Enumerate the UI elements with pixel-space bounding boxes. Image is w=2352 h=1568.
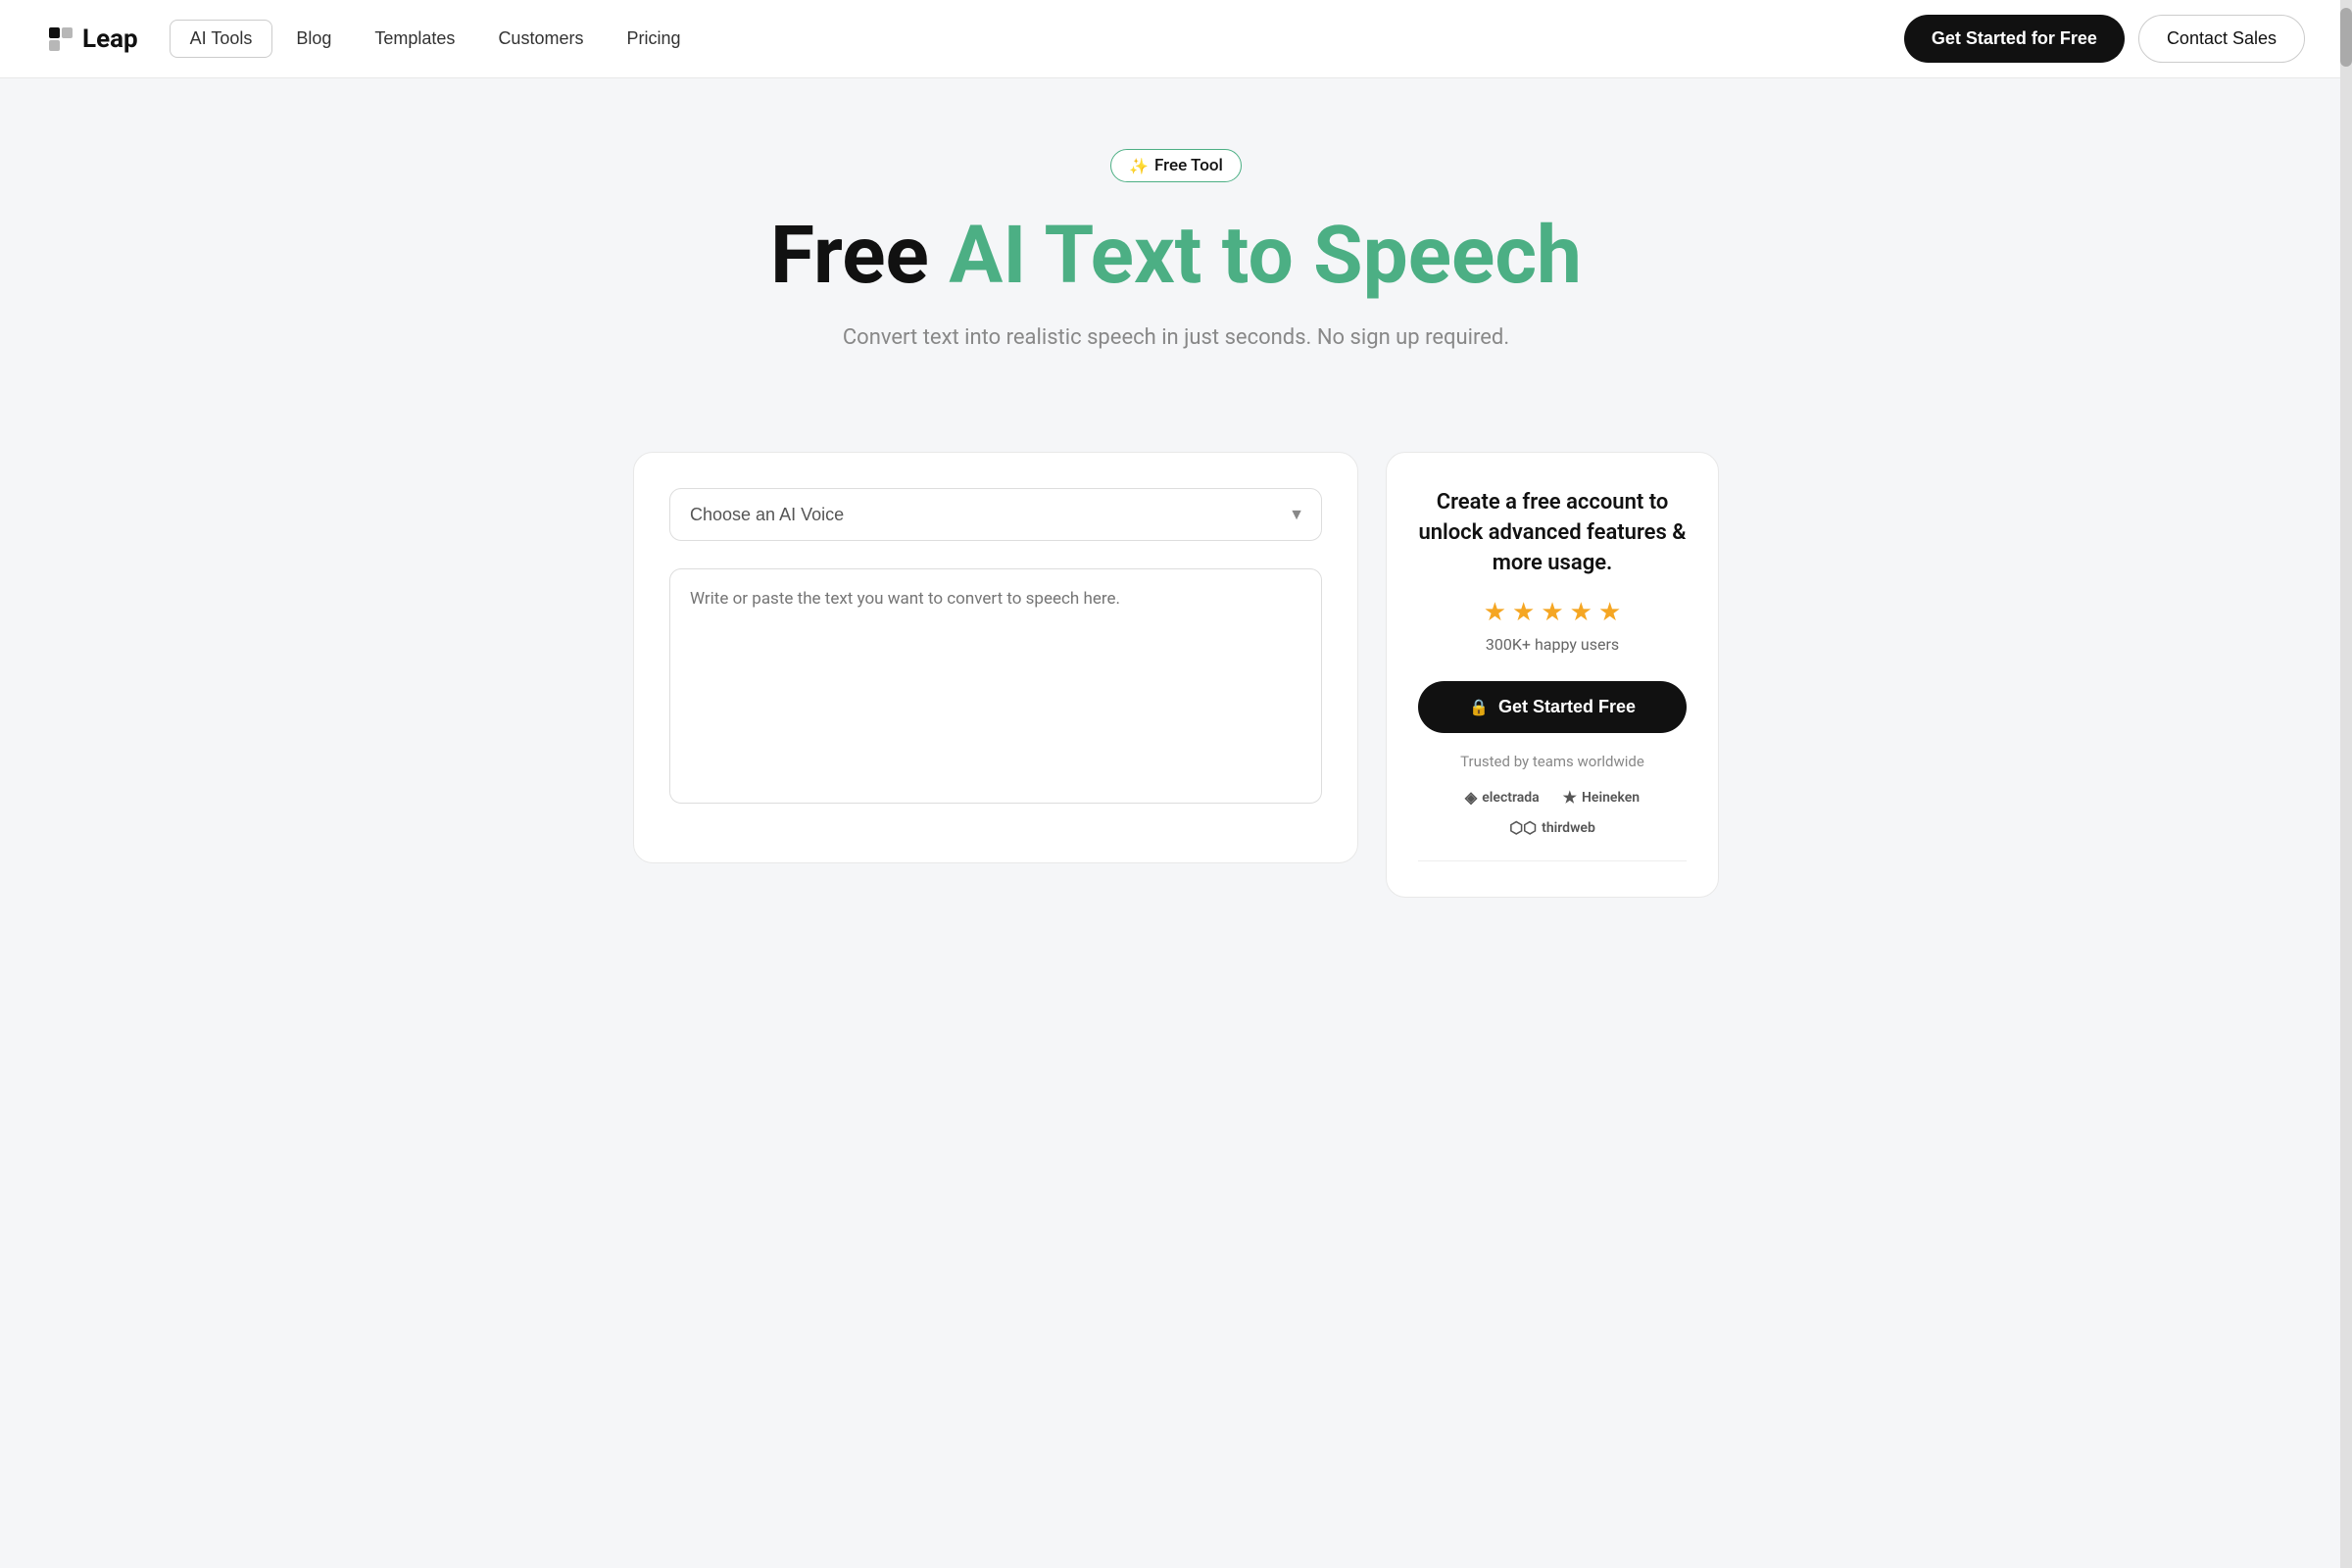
trust-row-1: ◈ electrada ★ Heineken [1465,788,1640,807]
electrada-icon: ◈ [1465,788,1477,807]
star-1: ★ [1484,598,1506,627]
voice-select-wrapper: Choose an AI Voice ▼ [669,488,1322,541]
electrada-logo: ◈ electrada [1465,788,1540,807]
logo[interactable]: Leap [47,24,138,54]
get-started-button[interactable]: Get Started for Free [1904,15,2125,63]
star-3: ★ [1541,598,1563,627]
thirdweb-logo: ⬡⬡ thirdweb [1509,818,1595,837]
hero-title-teal: AI Text to Speech [949,209,1582,303]
nav-item-templates[interactable]: Templates [355,21,474,57]
lock-icon: 🔒 [1469,698,1489,717]
left-panel: Choose an AI Voice ▼ [633,452,1358,863]
trust-row-2: ⬡⬡ thirdweb [1509,818,1595,837]
star-5: ★ [1598,598,1621,627]
heineken-name: Heineken [1582,790,1640,806]
voice-select[interactable]: Choose an AI Voice [669,488,1322,541]
star-4: ★ [1570,598,1592,627]
hero-subtitle: Convert text into realistic speech in ju… [39,325,2313,350]
heineken-logo: ★ Heineken [1563,788,1640,807]
contact-sales-button[interactable]: Contact Sales [2138,15,2305,63]
badge-label: Free Tool [1154,156,1223,175]
main-content: Choose an AI Voice ▼ Create a free accou… [539,452,1813,945]
trusted-text: Trusted by teams worldwide [1418,753,1687,770]
nav-links: AI Tools Blog Templates Customers Pricin… [170,20,1904,58]
get-started-free-button[interactable]: 🔒 Get Started Free [1418,681,1687,733]
logo-icon [47,25,74,53]
thirdweb-name: thirdweb [1542,820,1595,836]
nav-item-customers[interactable]: Customers [478,21,603,57]
right-panel-title: Create a free account to unlock advanced… [1418,488,1687,578]
nav-item-ai-tools[interactable]: AI Tools [170,20,273,58]
navbar: Leap AI Tools Blog Templates Customers P… [0,0,2352,78]
electrada-name: electrada [1482,790,1539,806]
nav-item-pricing[interactable]: Pricing [607,21,700,57]
get-started-free-label: Get Started Free [1498,697,1636,717]
thirdweb-icon: ⬡⬡ [1509,818,1537,837]
happy-users-count: 300K+ happy users [1418,635,1687,654]
heineken-icon: ★ [1563,788,1577,807]
right-panel: Create a free account to unlock advanced… [1386,452,1719,898]
star-2: ★ [1512,598,1535,627]
stars-container: ★ ★ ★ ★ ★ [1418,598,1687,627]
trust-logos: ◈ electrada ★ Heineken ⬡⬡ thirdweb [1418,788,1687,837]
brand-name: Leap [82,24,138,54]
text-input[interactable] [669,568,1322,804]
scrollbar[interactable] [2340,0,2352,1568]
nav-actions: Get Started for Free Contact Sales [1904,15,2305,63]
scrollbar-thumb[interactable] [2340,8,2352,67]
nav-item-blog[interactable]: Blog [276,21,351,57]
hero-title-black: Free [770,209,929,303]
hero-title: Free AI Text to Speech [39,214,2313,298]
panel-divider [1418,860,1687,861]
hero-section: ✨ Free Tool Free AI Text to Speech Conve… [0,78,2352,452]
free-tool-badge: ✨ Free Tool [1110,149,1242,182]
badge-sparkle-icon: ✨ [1129,157,1149,175]
